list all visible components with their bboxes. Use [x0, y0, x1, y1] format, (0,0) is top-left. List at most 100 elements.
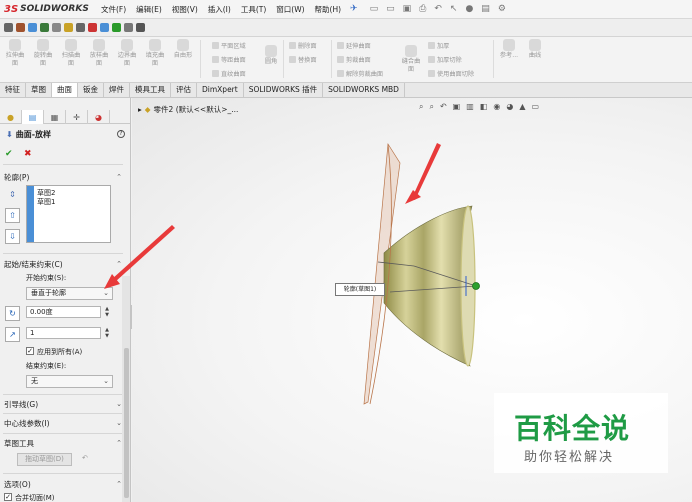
profiles-section-header[interactable]: 轮廓(P) ⌃ — [4, 171, 122, 183]
cut-with-surface-button[interactable]: 使用曲面切除 — [428, 69, 474, 78]
profile-callout-label[interactable]: 轮廓(草图1) — [335, 283, 385, 296]
apply-all-checkbox[interactable]: ✓ — [26, 347, 34, 355]
options-section-header[interactable]: 选项(O) ⌃ — [4, 478, 122, 490]
delete-face-button[interactable]: 删除面 — [289, 41, 317, 50]
toolbar-icon[interactable] — [124, 23, 133, 32]
file-properties-icon[interactable]: ▤ — [481, 4, 490, 14]
end-constraint-select[interactable]: 无 ⌄ — [26, 375, 113, 388]
new-document-icon[interactable]: ▭ — [370, 4, 379, 14]
menu-help[interactable]: 帮助(H) — [310, 4, 347, 15]
undo-icon[interactable]: ↶ — [434, 4, 442, 14]
ruled-surface-button[interactable]: 直纹曲面 — [212, 69, 246, 78]
profiles-list[interactable]: 草图2 草图1 — [26, 185, 111, 243]
merge-tangent-faces-checkbox[interactable]: ✓ — [4, 493, 12, 501]
toolbar-icon[interactable] — [112, 23, 121, 32]
extrude-surface-icon — [9, 39, 21, 51]
freeform-button[interactable]: 自由形 — [172, 39, 194, 60]
angle-stepper[interactable]: ▲ ▼ — [103, 306, 111, 318]
drag-sketch-button[interactable]: 拖动草图(D) — [17, 453, 72, 466]
connector-handle[interactable] — [472, 282, 480, 290]
tab-dimxpert[interactable]: DimXpert — [197, 83, 244, 97]
toolbar-icon[interactable] — [64, 23, 73, 32]
untrim-surface-button[interactable]: 解除剪裁曲面 — [337, 69, 383, 78]
property-manager-tab[interactable]: ▤ — [22, 110, 44, 124]
lofted-surface-button[interactable]: 放样曲面 — [88, 39, 110, 68]
cut-with-surface-icon — [428, 70, 435, 77]
help-icon[interactable]: ? — [117, 130, 125, 138]
scrollbar-thumb[interactable] — [124, 348, 129, 498]
fill-surface-icon — [149, 39, 161, 51]
rebuild-icon[interactable]: ● — [465, 4, 473, 14]
knit-surface-button[interactable]: 缝合曲面 — [399, 45, 423, 74]
loft-surface-icon: ⬇ — [6, 130, 13, 139]
tab-weldments[interactable]: 焊件 — [104, 83, 130, 97]
property-manager-icon: ▤ — [28, 112, 37, 122]
toolbar-icon[interactable] — [100, 23, 109, 32]
boundary-surface-button[interactable]: 边界曲面 — [116, 39, 138, 68]
menu-insert[interactable]: 插入(I) — [203, 4, 236, 15]
angle-input[interactable]: 0.00度 — [26, 306, 101, 318]
toolbar-icon[interactable] — [88, 23, 97, 32]
tab-surfaces[interactable]: 曲面 — [52, 83, 78, 97]
curves-button[interactable]: 曲线 — [524, 39, 546, 60]
save-icon[interactable]: ▣ — [403, 4, 412, 14]
dimxpert-manager-tab[interactable]: ✛ — [66, 110, 88, 124]
toolbar-icon[interactable] — [40, 23, 49, 32]
toolbar-icon[interactable] — [28, 23, 37, 32]
toolbar-icon[interactable] — [4, 23, 13, 32]
feature-manager-tab[interactable]: ● — [0, 110, 22, 124]
list-item[interactable]: 草图1 — [37, 197, 55, 207]
thickened-cut-button[interactable]: 加厚切除 — [428, 55, 462, 64]
tangent-length-icon[interactable]: ↗ — [5, 327, 20, 342]
cancel-button[interactable]: ✖ — [24, 149, 32, 159]
move-down-button[interactable]: ⇩ — [5, 229, 20, 244]
length-stepper[interactable]: ▲ ▼ — [103, 327, 111, 339]
graphics-area[interactable]: ▸ ◆ 零件2 (默认<<默认>_... ⌕ ⌕ ↶ ▣ ▥ ◧ ◉ ◕ ▲ ▭ — [132, 98, 692, 502]
display-manager-tab[interactable]: ◕ — [88, 110, 110, 124]
menu-window[interactable]: 窗口(W) — [271, 4, 309, 15]
open-icon[interactable]: ▭ — [386, 4, 395, 14]
configuration-manager-tab[interactable]: ▦ — [44, 110, 66, 124]
fillet-button[interactable]: 圆角 — [260, 45, 282, 66]
swept-surface-button[interactable]: 扫描曲面 — [60, 39, 82, 68]
menu-file[interactable]: 文件(F) — [96, 4, 131, 15]
options-gear-icon[interactable]: ⚙ — [498, 4, 506, 14]
extend-surface-button[interactable]: 延伸曲面 — [337, 41, 371, 50]
trim-surface-button[interactable]: 剪裁曲面 — [337, 55, 371, 64]
select-icon[interactable]: ↖ — [450, 4, 458, 14]
toolbar-icon[interactable] — [52, 23, 61, 32]
thicken-button[interactable]: 加厚 — [428, 41, 449, 50]
menu-tools[interactable]: 工具(T) — [236, 4, 271, 15]
guide-curves-section-header[interactable]: 引导线(G) ⌄ — [4, 398, 122, 410]
replace-face-button[interactable]: 替换面 — [289, 55, 317, 64]
ok-button[interactable]: ✔ — [5, 149, 13, 159]
start-constraint-select[interactable]: 垂直于轮廓 ⌄ — [26, 287, 113, 300]
print-icon[interactable]: ⎙ — [419, 4, 426, 14]
tab-features[interactable]: 特征 — [0, 83, 26, 97]
filled-surface-button[interactable]: 填充曲面 — [144, 39, 166, 68]
tangent-length-input[interactable]: 1 — [26, 327, 101, 339]
tab-evaluate[interactable]: 评估 — [171, 83, 197, 97]
planar-surface-button[interactable]: 平面区域 — [212, 41, 246, 50]
constraints-section-header[interactable]: 起始/结束约束(C) ⌃ — [4, 258, 122, 270]
tab-addins[interactable]: SOLIDWORKS 插件 — [244, 83, 324, 97]
offset-surface-button[interactable]: 等距曲面 — [212, 55, 246, 64]
toolbar-icon[interactable] — [16, 23, 25, 32]
centerline-section-header[interactable]: 中心线参数(I) ⌄ — [4, 417, 122, 429]
reference-geometry-button[interactable]: 参考... — [497, 39, 521, 60]
tab-sheet-metal[interactable]: 钣金 — [78, 83, 104, 97]
toolbar-icon[interactable] — [136, 23, 145, 32]
undo-sketch-drag-icon[interactable]: ↶ — [82, 454, 88, 462]
tab-mbd[interactable]: SOLIDWORKS MBD — [323, 83, 405, 97]
tab-mold-tools[interactable]: 模具工具 — [130, 83, 171, 97]
tab-sketch[interactable]: 草图 — [26, 83, 52, 97]
revolved-surface-button[interactable]: 旋转曲面 — [32, 39, 54, 68]
sketch-tools-section-header[interactable]: 草图工具 ⌃ — [4, 437, 122, 449]
pin-icon[interactable]: ✈ — [350, 4, 358, 14]
toolbar-icon[interactable] — [76, 23, 85, 32]
direction-vector-icon[interactable]: ↻ — [5, 306, 20, 321]
menu-edit[interactable]: 编辑(E) — [131, 4, 167, 15]
move-up-button[interactable]: ⇧ — [5, 208, 20, 223]
menu-view[interactable]: 视图(V) — [167, 4, 203, 15]
extruded-surface-button[interactable]: 拉伸曲面 — [4, 39, 26, 68]
